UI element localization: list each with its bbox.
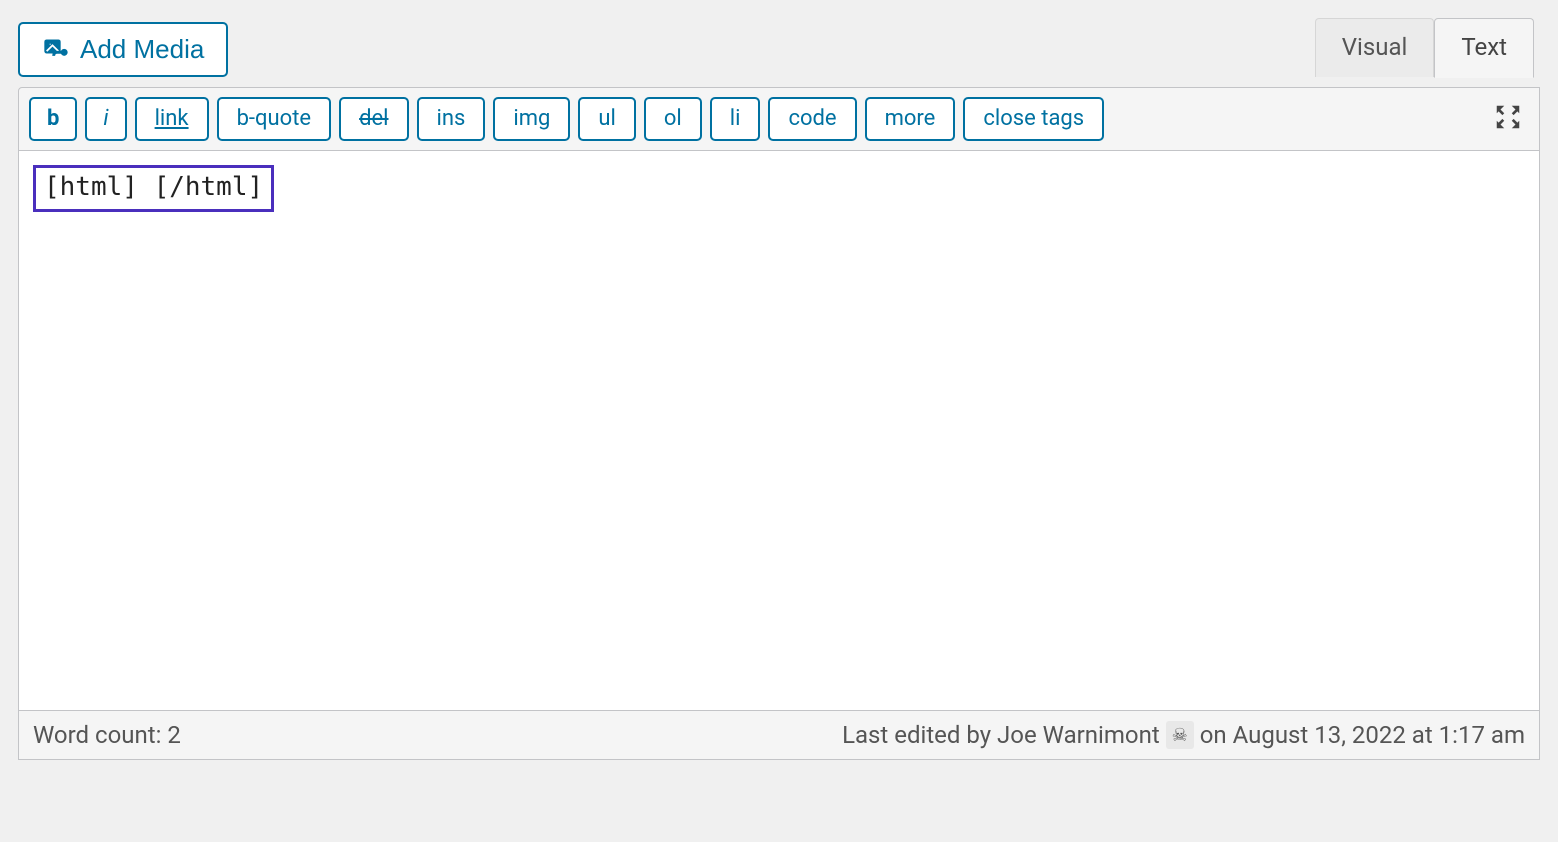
tab-visual[interactable]: Visual xyxy=(1315,18,1435,77)
last-edited: Last edited by Joe Warnimont ☠ on August… xyxy=(842,721,1525,749)
tab-text[interactable]: Text xyxy=(1434,18,1534,78)
qt-li-button[interactable]: li xyxy=(710,97,761,142)
qt-italic-button[interactable]: i xyxy=(85,97,126,142)
word-count: Word count: 2 xyxy=(33,721,181,749)
editor-tabs: Visual Text xyxy=(1315,18,1534,77)
qt-img-button[interactable]: img xyxy=(493,97,570,142)
qt-more-button[interactable]: more xyxy=(865,97,956,142)
qt-ins-button[interactable]: ins xyxy=(417,97,486,142)
qt-link-button[interactable]: link xyxy=(135,97,209,142)
quicktags-toolbar: b i link b-quote del ins img ul ol li co… xyxy=(18,87,1540,151)
qt-del-button[interactable]: del xyxy=(339,97,408,142)
qt-close-tags-button[interactable]: close tags xyxy=(963,97,1104,142)
avatar-glyph: ☠ xyxy=(1172,725,1188,746)
classic-editor: Add Media Visual Text b i link b-quote d… xyxy=(18,18,1540,760)
add-media-label: Add Media xyxy=(80,34,204,65)
fullscreen-button[interactable] xyxy=(1487,96,1529,142)
avatar: ☠ xyxy=(1166,721,1194,749)
content-textarea[interactable]: [html] [/html] xyxy=(18,151,1540,711)
last-edited-prefix: Last edited by Joe Warnimont xyxy=(842,721,1160,749)
qt-blockquote-button[interactable]: b-quote xyxy=(217,97,331,142)
last-edited-suffix: on August 13, 2022 at 1:17 am xyxy=(1200,721,1525,749)
editor-top-row: Add Media Visual Text xyxy=(18,18,1540,77)
media-icon xyxy=(42,36,70,64)
content-text-highlight: [html] [/html] xyxy=(33,165,274,212)
fullscreen-icon xyxy=(1493,102,1523,136)
editor-status-bar: Word count: 2 Last edited by Joe Warnimo… xyxy=(18,711,1540,760)
qt-ul-button[interactable]: ul xyxy=(578,97,635,142)
add-media-button[interactable]: Add Media xyxy=(18,22,228,77)
qt-ol-button[interactable]: ol xyxy=(644,97,702,142)
qt-bold-button[interactable]: b xyxy=(29,97,77,142)
qt-code-button[interactable]: code xyxy=(768,97,856,142)
